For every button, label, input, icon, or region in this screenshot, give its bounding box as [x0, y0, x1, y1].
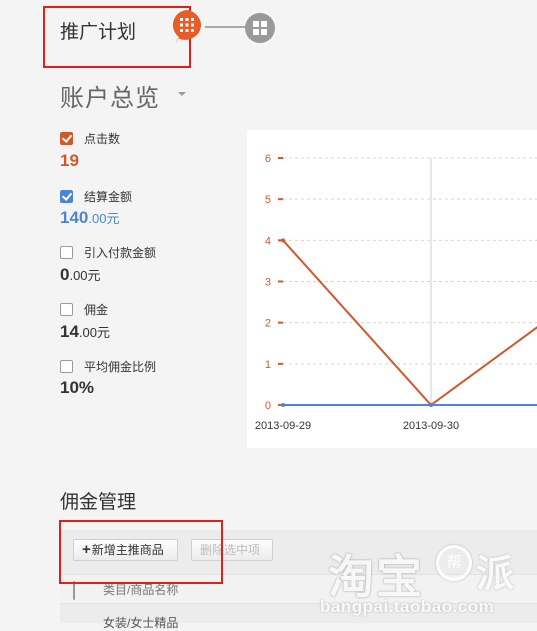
metric-value-settlement: 140.00元	[60, 208, 120, 227]
metric-payment[interactable]: 引入付款金额	[60, 244, 156, 261]
metric-label: 平均佣金比例	[84, 360, 157, 374]
line-chart: 0 1 2 3 4 5 6 2013-09-29 2013-09-30	[255, 153, 537, 432]
metric-settlement[interactable]: 结算金额	[60, 188, 132, 205]
metric-label: 点击数	[84, 132, 121, 146]
y-tick-label: 3	[265, 277, 271, 289]
metric-clicks[interactable]: 点击数	[60, 130, 120, 147]
metric-avg-rate[interactable]: 平均佣金比例	[60, 358, 156, 375]
section-title-commission: 佣金管理	[60, 492, 137, 513]
y-tick-label: 0	[265, 400, 271, 412]
metric-value-commission: 14.00元	[60, 322, 110, 341]
y-tick-label: 1	[265, 359, 271, 371]
trend-chart: 0 1 2 3 4 5 6 2013-09-29 2013-09-30	[247, 130, 537, 448]
checkbox-avg-rate[interactable]	[60, 360, 73, 373]
y-tick-label: 6	[265, 153, 271, 165]
y-tick-label: 2	[265, 318, 271, 330]
checkbox-commission[interactable]	[60, 303, 73, 316]
step-connector	[205, 26, 245, 28]
series-point-1	[429, 403, 433, 407]
metric-label: 结算金额	[84, 190, 133, 204]
metric-label: 引入付款金额	[84, 246, 157, 260]
checkbox-clicks[interactable]	[60, 132, 73, 145]
y-tick-label: 4	[265, 235, 271, 247]
apps-grid-icon[interactable]	[168, 8, 206, 46]
y-tick-label: 5	[265, 194, 271, 206]
watermark-logo: 淘宝 帮 派 bangpai.taobao.com	[308, 533, 537, 623]
metric-value-clicks: 19	[60, 151, 79, 170]
metric-commission[interactable]: 佣金	[60, 301, 108, 318]
metric-value-avg-rate: 10%	[60, 378, 95, 397]
x-tick-label: 2013-09-30	[403, 420, 459, 432]
highlight-box-add	[59, 520, 223, 584]
checkbox-settlement[interactable]	[60, 190, 73, 203]
series-point-0	[281, 238, 285, 243]
overview-title: 账户总览	[60, 85, 160, 112]
dashboard-grid-icon[interactable]	[244, 12, 276, 44]
metric-label: 佣金	[84, 303, 109, 317]
x-tick-label: 2013-09-29	[255, 420, 311, 432]
metric-value-payment: 0.00元	[60, 265, 101, 284]
chevron-down-icon[interactable]	[178, 92, 186, 96]
checkbox-payment[interactable]	[60, 246, 73, 259]
series-point-1	[281, 403, 285, 407]
